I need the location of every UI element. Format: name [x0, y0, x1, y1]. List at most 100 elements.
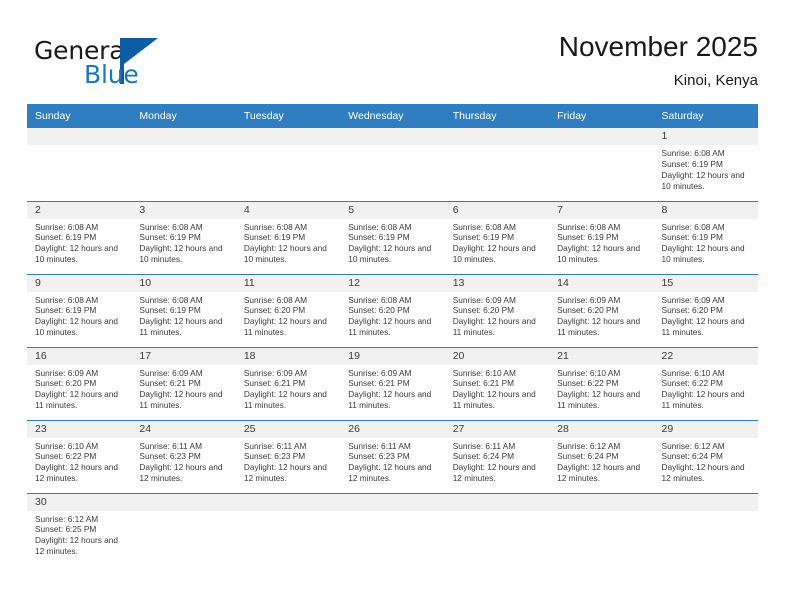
calendar-day-cell[interactable]: 28 Sunrise: 6:12 AM Sunset: 6:24 PM Dayligh…: [549, 419, 654, 493]
day-number: 8: [653, 201, 758, 219]
sunset-text: Sunset: 6:19 PM: [139, 232, 201, 243]
calendar-day-cell[interactable]: 1 Sunrise: 6:08 AM Sunset: 6:19 PM Daylight…: [653, 128, 758, 201]
day-details: Sunrise: 6:09 AM Sunset: 6:21 PM Daylight:…: [131, 365, 235, 412]
calendar-day-cell[interactable]: 13 Sunrise: 6:09 AM Sunset: 6:20 PM Dayligh…: [444, 273, 550, 347]
sunrise-text: Sunrise: 6:09 AM: [661, 294, 725, 305]
day-details: Sunrise: 6:08 AM Sunset: 6:20 PM Daylight:…: [236, 292, 340, 339]
day-number-strip: [131, 493, 236, 511]
day-details: Sunrise: 6:10 AM Sunset: 6:22 PM Daylight:…: [654, 365, 758, 412]
daylight-text: Daylight: 12 hours and 11 minutes.: [243, 316, 327, 338]
calendar-cell-empty: [235, 128, 341, 201]
day-details: Sunrise: 6:09 AM Sunset: 6:21 PM Daylight:…: [236, 365, 340, 412]
day-details: Sunrise: 6:09 AM Sunset: 6:21 PM Daylight:…: [340, 365, 444, 412]
calendar-day-cell[interactable]: 19 Sunrise: 6:09 AM Sunset: 6:21 PM Dayligh…: [340, 346, 445, 420]
daylight-text: Daylight: 12 hours and 10 minutes.: [243, 243, 327, 265]
calendar-grid: Sunday Monday Tuesday Wednesday Thursday…: [27, 104, 758, 566]
sunrise-text: Sunrise: 6:12 AM: [661, 440, 725, 451]
sunset-text: Sunset: 6:20 PM: [243, 305, 306, 316]
day-number-strip: [549, 493, 654, 511]
sunset-text: Sunset: 6:19 PM: [661, 232, 723, 243]
calendar-day-cell[interactable]: 21 Sunrise: 6:10 AM Sunset: 6:22 PM Dayligh…: [549, 346, 654, 420]
calendar-cell-empty: [131, 492, 236, 566]
calendar-day-cell[interactable]: 15 Sunrise: 6:09 AM Sunset: 6:20 PM Dayligh…: [653, 273, 758, 347]
calendar-day-cell[interactable]: 17 Sunrise: 6:09 AM Sunset: 6:21 PM Dayligh…: [131, 346, 236, 420]
calendar-day-cell[interactable]: 18 Sunrise: 6:09 AM Sunset: 6:21 PM Dayligh…: [235, 346, 341, 420]
logo-text-blue: Blue: [84, 60, 139, 89]
calendar-day-cell[interactable]: 27 Sunrise: 6:11 AM Sunset: 6:24 PM Dayligh…: [444, 419, 550, 493]
sunset-text: Sunset: 6:21 PM: [139, 378, 201, 389]
weekday-header-saturday: Saturday: [653, 104, 758, 128]
day-number-strip: [131, 128, 236, 145]
day-details: Sunrise: 6:08 AM Sunset: 6:19 PM Daylight:…: [549, 219, 653, 266]
calendar-day-cell[interactable]: 30 Sunrise: 6:12 AM Sunset: 6:25 PM Dayligh…: [27, 492, 132, 566]
calendar-day-cell[interactable]: 26 Sunrise: 6:11 AM Sunset: 6:23 PM Dayligh…: [340, 419, 445, 493]
calendar-day-cell[interactable]: 20 Sunrise: 6:10 AM Sunset: 6:21 PM Dayligh…: [444, 346, 550, 420]
day-details: Sunrise: 6:08 AM Sunset: 6:19 PM Daylight:…: [27, 292, 131, 339]
daylight-text: Daylight: 12 hours and 12 minutes.: [557, 462, 641, 484]
sunset-text: Sunset: 6:23 PM: [243, 451, 306, 462]
day-number-strip: [235, 493, 341, 511]
calendar-cell-empty: [27, 128, 132, 201]
calendar-day-cell[interactable]: 25 Sunrise: 6:11 AM Sunset: 6:23 PM Dayligh…: [235, 419, 341, 493]
calendar-cell-empty: [340, 492, 445, 566]
day-number-strip: [340, 493, 445, 511]
calendar-day-cell[interactable]: 9 Sunrise: 6:08 AM Sunset: 6:19 PM Daylight…: [27, 273, 132, 347]
calendar-day-cell[interactable]: 10 Sunrise: 6:08 AM Sunset: 6:19 PM Dayligh…: [131, 273, 236, 347]
calendar-week-row: 23 Sunrise: 6:10 AM Sunset: 6:22 PM Dayligh…: [27, 419, 758, 493]
day-number: 30: [27, 493, 132, 511]
day-details: Sunrise: 6:09 AM Sunset: 6:20 PM Daylight:…: [654, 292, 758, 339]
calendar-day-cell[interactable]: 29 Sunrise: 6:12 AM Sunset: 6:24 PM Dayligh…: [653, 419, 758, 493]
calendar-cell-empty: [444, 128, 550, 201]
calendar-day-cell[interactable]: 22 Sunrise: 6:10 AM Sunset: 6:22 PM Dayligh…: [653, 346, 758, 420]
sunrise-text: Sunrise: 6:08 AM: [35, 221, 99, 232]
sunset-text: Sunset: 6:20 PM: [348, 305, 410, 316]
weekday-header-friday: Friday: [549, 104, 654, 128]
calendar-day-cell[interactable]: 4 Sunrise: 6:08 AM Sunset: 6:19 PM Daylight…: [235, 200, 341, 274]
sunset-text: Sunset: 6:23 PM: [348, 451, 410, 462]
calendar-day-cell[interactable]: 14 Sunrise: 6:09 AM Sunset: 6:20 PM Dayligh…: [549, 273, 654, 347]
sunset-text: Sunset: 6:19 PM: [35, 232, 97, 243]
calendar-day-cell[interactable]: 24 Sunrise: 6:11 AM Sunset: 6:23 PM Dayligh…: [131, 419, 236, 493]
daylight-text: Daylight: 12 hours and 10 minutes.: [35, 243, 119, 265]
page-header: General Blue November 2025 Kinoi, Kenya: [0, 0, 792, 100]
calendar-day-cell[interactable]: 23 Sunrise: 6:10 AM Sunset: 6:22 PM Dayligh…: [27, 419, 132, 493]
calendar-week-row: 2 Sunrise: 6:08 AM Sunset: 6:19 PM Daylight…: [27, 200, 758, 274]
calendar-day-cell[interactable]: 8 Sunrise: 6:08 AM Sunset: 6:19 PM Daylight…: [653, 200, 758, 274]
day-number: 10: [131, 274, 236, 292]
sunrise-text: Sunrise: 6:08 AM: [348, 221, 412, 232]
day-details: Sunrise: 6:08 AM Sunset: 6:19 PM Daylight:…: [445, 219, 549, 266]
day-number-strip: [27, 128, 132, 145]
sunset-text: Sunset: 6:19 PM: [557, 232, 619, 243]
day-details: Sunrise: 6:08 AM Sunset: 6:19 PM Daylight:…: [654, 219, 758, 266]
calendar-day-cell[interactable]: 2 Sunrise: 6:08 AM Sunset: 6:19 PM Daylight…: [27, 200, 132, 274]
calendar-day-cell[interactable]: 3 Sunrise: 6:08 AM Sunset: 6:19 PM Daylight…: [131, 200, 236, 274]
day-number: 21: [549, 347, 654, 365]
calendar-day-cell[interactable]: 6 Sunrise: 6:08 AM Sunset: 6:19 PM Daylight…: [444, 200, 550, 274]
sunset-text: Sunset: 6:21 PM: [348, 378, 410, 389]
day-number: 13: [444, 274, 550, 292]
day-number: 29: [653, 420, 758, 438]
calendar-day-cell[interactable]: 16 Sunrise: 6:09 AM Sunset: 6:20 PM Dayligh…: [27, 346, 132, 420]
day-number: 12: [340, 274, 445, 292]
daylight-text: Daylight: 12 hours and 11 minutes.: [348, 389, 432, 411]
daylight-text: Daylight: 12 hours and 11 minutes.: [661, 389, 745, 411]
sunrise-text: Sunrise: 6:10 AM: [661, 367, 725, 378]
calendar-day-cell[interactable]: 12 Sunrise: 6:08 AM Sunset: 6:20 PM Dayligh…: [340, 273, 445, 347]
sunset-text: Sunset: 6:20 PM: [557, 305, 619, 316]
calendar-day-cell[interactable]: 7 Sunrise: 6:08 AM Sunset: 6:19 PM Daylight…: [549, 200, 654, 274]
daylight-text: Daylight: 12 hours and 11 minutes.: [452, 316, 536, 338]
page-subtitle: Kinoi, Kenya: [673, 72, 758, 89]
daylight-text: Daylight: 12 hours and 11 minutes.: [139, 316, 223, 338]
day-details: Sunrise: 6:10 AM Sunset: 6:22 PM Daylight:…: [27, 438, 131, 485]
day-number-strip: [235, 128, 341, 145]
day-number: 22: [653, 347, 758, 365]
sunrise-text: Sunrise: 6:11 AM: [243, 440, 307, 451]
day-number: 26: [340, 420, 445, 438]
sunrise-text: Sunrise: 6:08 AM: [35, 294, 99, 305]
calendar-day-cell[interactable]: 11 Sunrise: 6:08 AM Sunset: 6:20 PM Dayligh…: [235, 273, 341, 347]
calendar-day-cell[interactable]: 5 Sunrise: 6:08 AM Sunset: 6:19 PM Daylight…: [340, 200, 445, 274]
calendar-cell-empty: [131, 128, 236, 201]
day-details: Sunrise: 6:09 AM Sunset: 6:20 PM Daylight:…: [27, 365, 131, 412]
day-number: 3: [131, 201, 236, 219]
sunset-text: Sunset: 6:24 PM: [452, 451, 515, 462]
